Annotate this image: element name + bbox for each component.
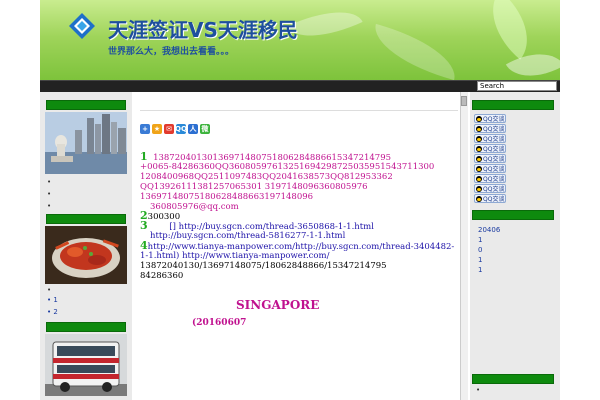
site-tagline: 世界那么大，我想出去看看。。。 (108, 47, 235, 57)
scrollbar-thumb[interactable] (461, 96, 467, 106)
content-line: 13872040130/13697148075/18062848866/1534… (140, 261, 387, 271)
qq-penguin-icon (476, 175, 482, 182)
site-title[interactable]: 天涯签证VS天涯移民 (108, 14, 298, 43)
left-sidebar: • • • • • 1 • 2 (40, 92, 132, 400)
qq-penguin-icon (476, 145, 482, 152)
singapore-merlion-image[interactable] (45, 112, 127, 174)
sidebar-link-1[interactable]: • 1 (47, 296, 58, 304)
stat-link[interactable]: 1 (478, 266, 482, 274)
sidebar-link-2[interactable]: • 2 (47, 308, 58, 316)
singapore-heading: SINGAPORE (236, 298, 320, 312)
qq-chat-button[interactable]: QQ交谈 (474, 194, 506, 203)
qq-chat-label: QQ交谈 (483, 126, 505, 133)
content-line: +0065-84286360QQ360805976132516942987250… (140, 162, 435, 172)
qq-chat-button[interactable]: QQ交谈 (474, 134, 506, 143)
qq-chat-label: QQ交谈 (483, 196, 505, 203)
thread-link[interactable]: http://buy.sgcn.com/thread-5816277-1-1.h… (150, 231, 345, 241)
qq-penguin-icon (476, 195, 482, 202)
qq-chat-button[interactable]: QQ交谈 (474, 114, 506, 123)
divider (140, 110, 458, 111)
qq-chat-label: QQ交谈 (483, 116, 505, 123)
qq-chat-button[interactable]: QQ交谈 (474, 154, 506, 163)
sidebar-header-bar (46, 214, 126, 224)
qq-penguin-icon (476, 135, 482, 142)
qq-penguin-icon (476, 125, 482, 132)
list-bullet: • (47, 190, 52, 198)
qq-penguin-icon (476, 155, 482, 162)
leaf-decoration (367, 23, 463, 81)
double-decker-bus-image[interactable] (45, 334, 127, 396)
manpower-link[interactable]: 1-1.html) http://www.tianya-manpower.com… (140, 251, 329, 261)
share-tencent-icon[interactable]: QQ (175, 124, 187, 134)
stat-link[interactable]: 20406 (478, 226, 500, 234)
list-bullet: • (476, 386, 481, 394)
singapore-date: (20160607 (192, 318, 247, 328)
qq-chat-button[interactable]: QQ交谈 (474, 174, 506, 183)
share-wechat-icon[interactable]: 微 (200, 124, 210, 134)
main-content: + ★ ✉ QQ 人 微 1 1387204013013697148075180… (132, 92, 460, 400)
sidebar-header-bar (46, 100, 126, 110)
share-more-icon[interactable]: + (140, 124, 150, 134)
scrollbar[interactable] (460, 92, 468, 400)
qq-chat-button[interactable]: QQ交谈 (474, 164, 506, 173)
qq-penguin-icon (476, 115, 482, 122)
chilli-crab-image[interactable] (45, 226, 127, 284)
content-line: 84286360 (140, 271, 184, 281)
share-weibo-icon[interactable]: ✉ (164, 124, 174, 134)
list-bullet: • (47, 202, 52, 210)
qq-chat-button[interactable]: QQ交谈 (474, 184, 506, 193)
qq-chat-label: QQ交谈 (483, 136, 505, 143)
qq-penguin-icon (476, 165, 482, 172)
share-toolbar: + ★ ✉ QQ 人 微 (140, 124, 210, 134)
logo-icon[interactable] (68, 12, 96, 40)
qq-chat-label: QQ交谈 (483, 146, 505, 153)
sidebar-header-bar (472, 100, 554, 110)
leaf-decoration (287, 0, 363, 52)
qq-penguin-icon (476, 185, 482, 192)
sidebar-header-bar (46, 322, 126, 332)
content-line: QQ1392611138125706530​1 3197148096360805… (140, 182, 368, 192)
search-input[interactable] (477, 81, 557, 91)
site-header: 天涯签证VS天涯移民 世界那么大，我想出去看看。。。 (40, 0, 560, 82)
sidebar-header-bar (472, 210, 554, 220)
list-bullet: • (47, 178, 52, 186)
qq-chat-label: QQ交谈 (483, 166, 505, 173)
share-renren-icon[interactable]: 人 (188, 124, 198, 134)
qq-chat-label: QQ交谈 (483, 186, 505, 193)
share-qzone-icon[interactable]: ★ (152, 124, 162, 134)
qq-chat-label: QQ交谈 (483, 176, 505, 183)
qq-chat-button[interactable]: QQ交谈 (474, 124, 506, 133)
right-sidebar: QQ交谈 QQ交谈 QQ交谈 QQ交谈 QQ交谈 QQ交谈 QQ交谈 QQ交谈 QQ交谈 204… (470, 92, 560, 400)
qq-chat-label: QQ交谈 (483, 156, 505, 163)
qq-chat-button[interactable]: QQ交谈 (474, 144, 506, 153)
content-line: 13697148075180628488663197148096 (140, 192, 314, 202)
stat-link[interactable]: 0 (478, 246, 482, 254)
stat-link[interactable]: 1 (478, 236, 482, 244)
sidebar-header-bar (472, 374, 554, 384)
stat-link[interactable]: 1 (478, 256, 482, 264)
content-line: 1208400968QQ2511097483QQ2041638573QQ8129… (140, 172, 393, 182)
leaf-decoration (474, 0, 546, 60)
list-bullet: • (47, 286, 52, 294)
